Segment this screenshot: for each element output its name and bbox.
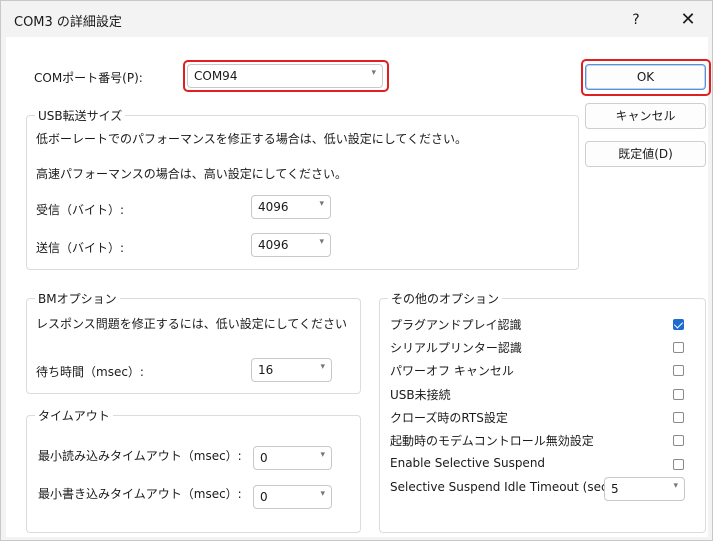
usb-note-low: 低ボーレートでのパフォーマンスを修正する場合は、低い設定にしてください。 <box>36 132 468 146</box>
option-selective-suspend-label: Enable Selective Suspend <box>390 456 546 470</box>
advanced-settings-dialog: COM3 の詳細設定 ? ✕ COMポート番号(P): COM94 ▾ OK キ… <box>0 0 713 541</box>
highlight-box-port <box>183 60 389 92</box>
chevron-down-icon: ▾ <box>320 362 325 372</box>
help-button[interactable]: ? <box>623 7 649 33</box>
read-timeout-value: 0 <box>260 451 268 465</box>
option-pnp-checkbox[interactable] <box>673 319 684 330</box>
option-rts-checkbox[interactable] <box>673 412 684 423</box>
idle-timeout-label: Selective Suspend Idle Timeout (secs): <box>390 480 623 494</box>
read-timeout-select[interactable]: 0 ▾ <box>253 446 332 470</box>
defaults-button[interactable]: 既定値(D) <box>585 141 706 167</box>
latency-value: 16 <box>258 363 274 377</box>
option-modem-label: 起動時のモデムコントロール無効設定 <box>390 434 594 448</box>
send-select[interactable]: 4096 ▾ <box>251 233 331 257</box>
chevron-down-icon: ▾ <box>319 199 324 209</box>
bm-options-group: BMオプション レスポンス問題を修正するには、低い設定にしてください 待ち時間（… <box>26 290 361 394</box>
timeout-group: タイムアウト 最小読み込みタイムアウト（msec）: 0 ▾ 最小書き込みタイム… <box>26 407 361 533</box>
close-button[interactable]: ✕ <box>675 7 701 33</box>
option-serial-printer-checkbox[interactable] <box>673 342 684 353</box>
usb-transfer-group: USB転送サイズ 低ボーレートでのパフォーマンスを修正する場合は、低い設定にして… <box>26 107 579 270</box>
timeout-group-title: タイムアウト <box>35 407 113 424</box>
other-group-title: その他のオプション <box>388 290 503 307</box>
option-selective-suspend-checkbox[interactable] <box>673 459 684 470</box>
dialog-content: COMポート番号(P): COM94 ▾ OK キャンセル 既定値(D) USB… <box>6 37 711 537</box>
highlight-box-ok <box>581 59 711 96</box>
latency-select[interactable]: 16 ▾ <box>251 358 332 382</box>
read-timeout-label: 最小読み込みタイムアウト（msec）: <box>38 449 242 463</box>
chevron-down-icon: ▾ <box>673 481 678 491</box>
write-timeout-label: 最小書き込みタイムアウト（msec）: <box>38 487 242 501</box>
option-serial-printer-label: シリアルプリンター認識 <box>390 341 522 355</box>
idle-timeout-select[interactable]: 5 ▾ <box>604 477 685 501</box>
receive-select[interactable]: 4096 ▾ <box>251 195 331 219</box>
send-value: 4096 <box>258 238 289 252</box>
bm-note: レスポンス問題を修正するには、低い設定にしてください <box>36 317 348 331</box>
receive-label: 受信（バイト）: <box>36 203 125 217</box>
usb-note-high: 高速パフォーマンスの場合は、高い設定にしてください。 <box>36 167 348 181</box>
usb-group-title: USB転送サイズ <box>35 107 126 124</box>
bm-group-title: BMオプション <box>35 290 120 307</box>
write-timeout-select[interactable]: 0 ▾ <box>253 485 332 509</box>
option-modem-checkbox[interactable] <box>673 435 684 446</box>
option-power-off-checkbox[interactable] <box>673 365 684 376</box>
option-usb-disconnect-label: USB未接続 <box>390 388 451 402</box>
receive-value: 4096 <box>258 200 289 214</box>
cancel-button[interactable]: キャンセル <box>585 103 706 129</box>
latency-label: 待ち時間（msec）: <box>36 365 144 379</box>
chevron-down-icon: ▾ <box>320 489 325 499</box>
option-pnp-label: プラグアンドプレイ認識 <box>390 318 522 332</box>
dialog-title: COM3 の詳細設定 <box>14 15 122 30</box>
write-timeout-value: 0 <box>260 490 268 504</box>
option-power-off-label: パワーオフ キャンセル <box>390 364 514 378</box>
com-port-label: COMポート番号(P): <box>34 71 143 85</box>
idle-timeout-value: 5 <box>611 482 619 496</box>
chevron-down-icon: ▾ <box>320 450 325 460</box>
other-options-group: その他のオプション プラグアンドプレイ認識 シリアルプリンター認識 パワーオフ … <box>379 290 706 533</box>
send-label: 送信（バイト）: <box>36 241 125 255</box>
option-rts-label: クローズ時のRTS設定 <box>390 411 508 425</box>
chevron-down-icon: ▾ <box>319 237 324 247</box>
title-bar: COM3 の詳細設定 ? ✕ <box>1 1 712 37</box>
option-usb-disconnect-checkbox[interactable] <box>673 389 684 400</box>
